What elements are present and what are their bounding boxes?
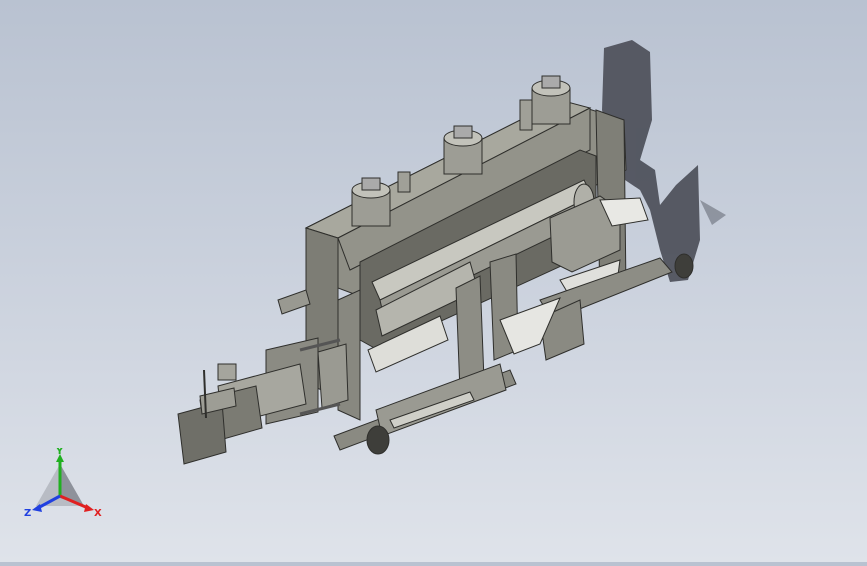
left-bracket: [277, 289, 311, 315]
bottom-rails: [333, 363, 517, 455]
3d-model-viewport[interactable]: Y X Z: [0, 0, 867, 562]
y-axis-label: Y: [55, 448, 64, 457]
x-axis-arrow-icon: [84, 504, 94, 512]
model-render: [177, 40, 726, 465]
coordinate-triad: Y X Z: [22, 446, 106, 528]
x-axis-label: X: [94, 508, 102, 519]
front-cylinder-motor: [177, 337, 349, 465]
z-axis-label: Z: [24, 508, 31, 519]
